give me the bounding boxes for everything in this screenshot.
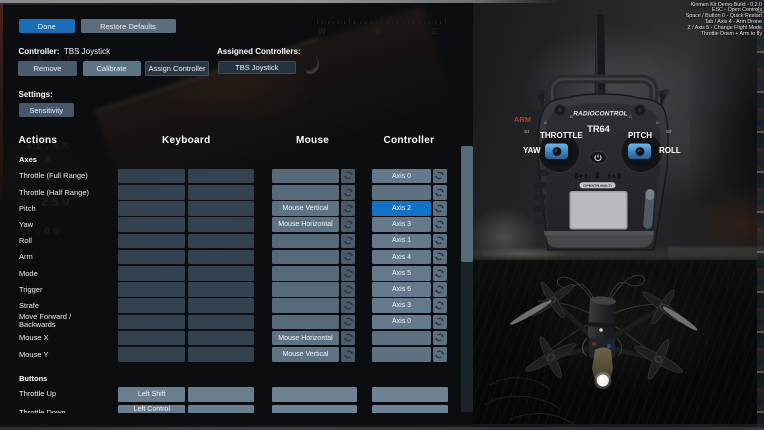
svg-text:TR64: TR64 (587, 124, 610, 134)
svg-text:RADIOCONTROL: RADIOCONTROL (573, 111, 628, 118)
svg-text:A: A (544, 120, 547, 125)
svg-text:S2: S2 (666, 129, 672, 134)
svg-text:OPENTR-MULTI: OPENTR-MULTI (583, 184, 611, 188)
svg-text:B: B (570, 114, 573, 119)
svg-text:D: D (656, 120, 659, 125)
svg-text:S1: S1 (524, 129, 530, 134)
svg-text:C: C (629, 114, 632, 119)
